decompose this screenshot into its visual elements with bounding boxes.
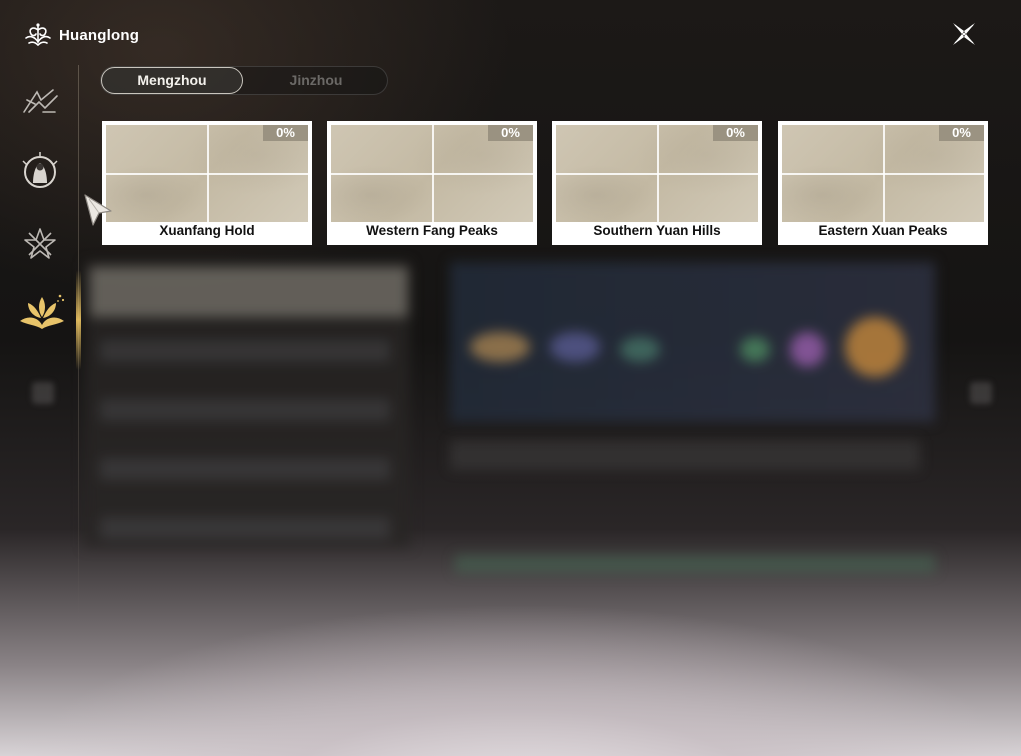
blurred-left-arrow xyxy=(32,382,54,404)
blurred-description xyxy=(450,440,920,470)
progress-badge: 0% xyxy=(263,125,308,141)
region-name: Southern Yuan Hills xyxy=(593,223,721,238)
region-card-eastern-xuan-peaks[interactable]: 0% Eastern Xuan Peaks xyxy=(778,121,988,245)
sidebar-active-indicator xyxy=(76,270,81,370)
sidebar-item-2[interactable] xyxy=(18,150,62,194)
brand: Huanglong xyxy=(23,22,139,48)
mouse-cursor-icon xyxy=(83,193,115,229)
blurred-detail-panel xyxy=(450,262,935,422)
portrait-emblem-icon xyxy=(22,152,58,188)
tab-jinzhou[interactable]: Jinzhou xyxy=(246,67,386,94)
progress-badge: 0% xyxy=(713,125,758,141)
sidebar-item-1[interactable] xyxy=(18,80,62,124)
progress-badge: 0% xyxy=(939,125,984,141)
region-name: Xuanfang Hold xyxy=(159,223,255,238)
tab-mengzhou[interactable]: Mengzhou xyxy=(101,67,243,94)
region-tabs: Mengzhou Jinzhou xyxy=(100,66,388,95)
close-icon xyxy=(953,23,975,45)
region-card-xuanfang-hold[interactable]: 0% Xuanfang Hold xyxy=(102,121,312,245)
huanglong-emblem-icon xyxy=(23,22,53,48)
region-card-western-fang-peaks[interactable]: 0% Western Fang Peaks xyxy=(327,121,537,245)
close-button[interactable] xyxy=(950,20,978,48)
page-title: Huanglong xyxy=(59,26,140,44)
sidebar-item-4[interactable] xyxy=(16,290,68,340)
dragon-wing-icon xyxy=(23,89,58,113)
star-crest-icon xyxy=(24,228,56,259)
blurred-right-arrow xyxy=(970,382,992,404)
sidebar-item-3[interactable] xyxy=(18,222,62,266)
region-name: Western Fang Peaks xyxy=(366,223,498,238)
region-name: Eastern Xuan Peaks xyxy=(818,223,948,238)
golden-lotus-icon xyxy=(20,294,65,329)
blurred-progress-bar xyxy=(455,555,935,573)
progress-badge: 0% xyxy=(488,125,533,141)
region-card-southern-yuan-hills[interactable]: 0% Southern Yuan Hills xyxy=(552,121,762,245)
blurred-list-panel xyxy=(85,262,410,547)
